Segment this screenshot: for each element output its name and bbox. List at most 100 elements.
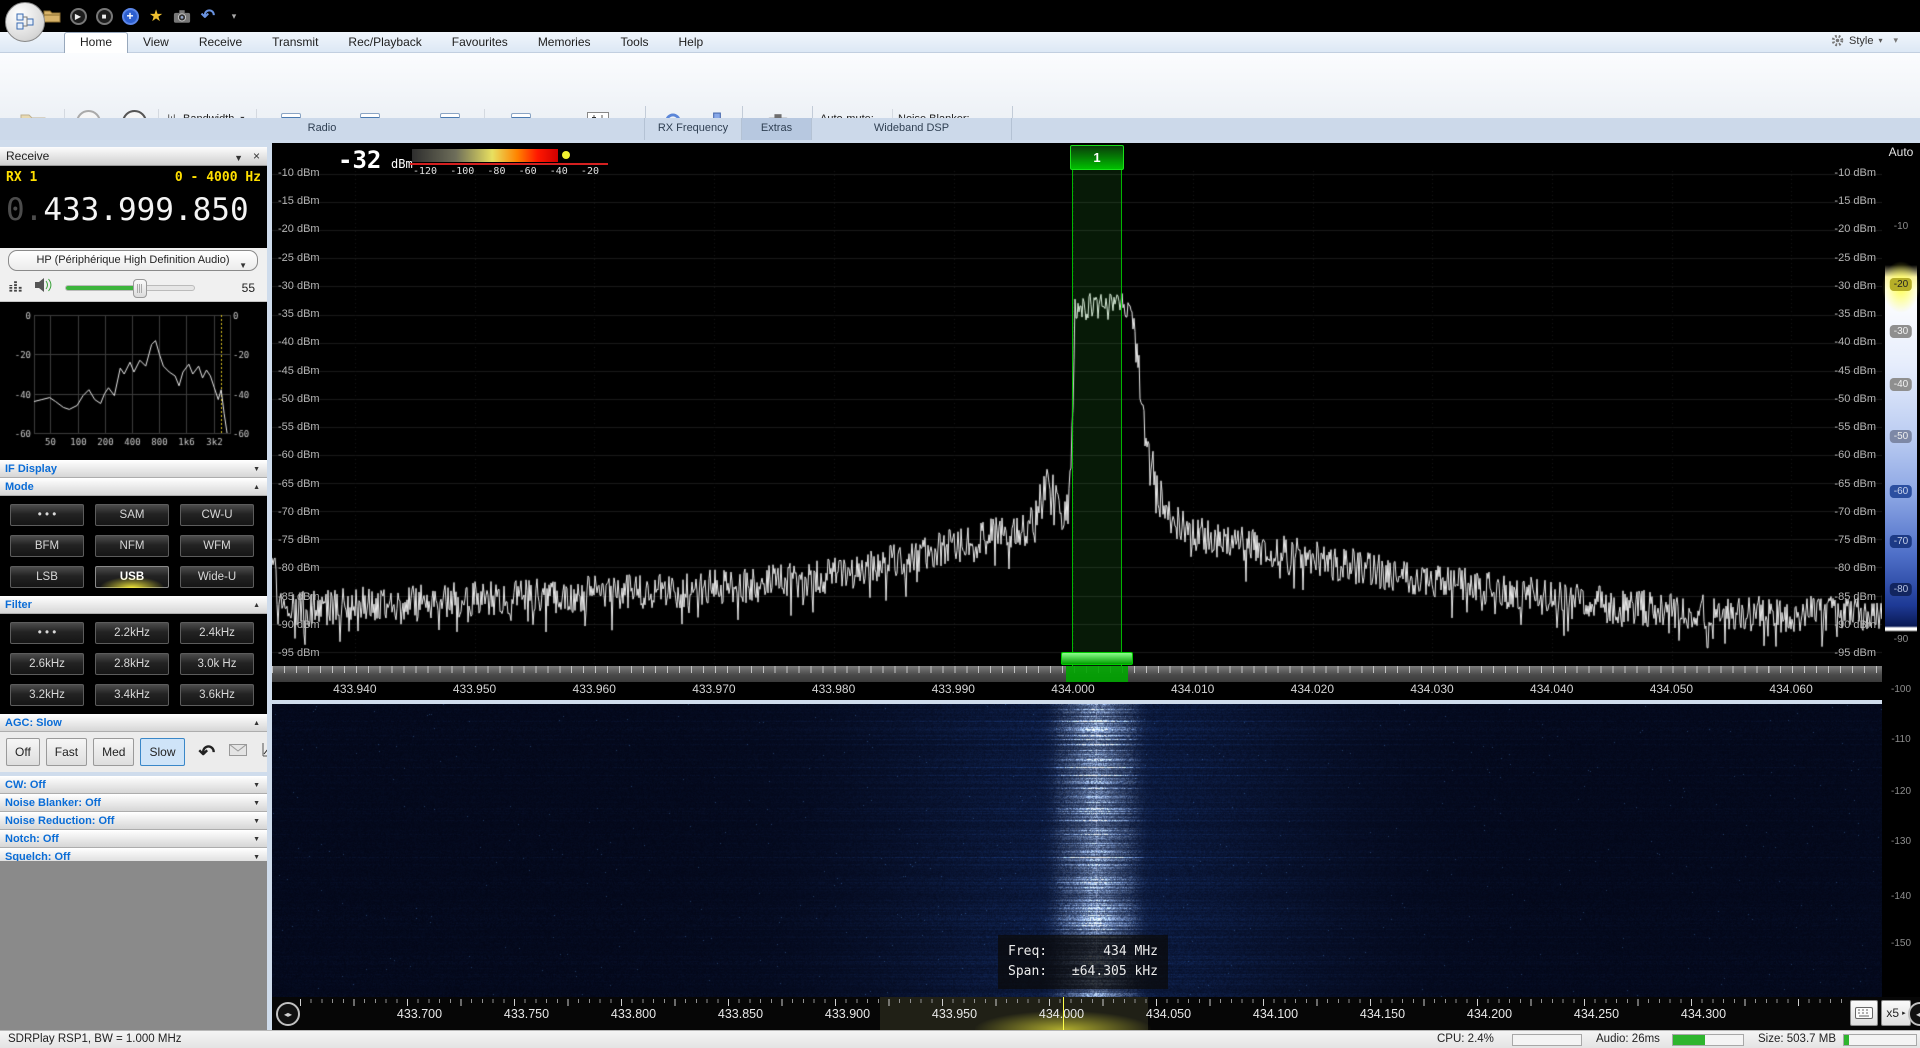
agc-scheme-icon[interactable] bbox=[228, 743, 248, 761]
mode-more-button[interactable]: • • • bbox=[10, 504, 84, 526]
tab-rec-playback[interactable]: Rec/Playback bbox=[333, 32, 436, 53]
gauge-tick[interactable]: -130 bbox=[1887, 835, 1915, 848]
chevron-up-icon[interactable]: ▲ bbox=[253, 480, 260, 496]
mode-wideu-button[interactable]: Wide-U bbox=[180, 566, 254, 588]
camera-icon[interactable] bbox=[172, 6, 192, 26]
dsp-section-header[interactable]: Noise Reduction: Off ▼ bbox=[0, 812, 267, 830]
chevron-down-icon[interactable]: ▼ bbox=[253, 832, 260, 848]
gauge-tick[interactable]: -60 bbox=[1889, 485, 1913, 498]
dbm-axis-label: -90 dBm bbox=[1834, 618, 1876, 631]
tab-tools[interactable]: Tools bbox=[606, 32, 664, 53]
mode-usb-button[interactable]: USB bbox=[95, 566, 169, 588]
chevron-down-icon[interactable]: ▼ bbox=[253, 778, 260, 794]
if-display-section-header[interactable]: IF Display ▼ bbox=[0, 460, 267, 478]
filter-22-button[interactable]: 2.2kHz bbox=[95, 622, 169, 644]
tab-memories[interactable]: Memories bbox=[523, 32, 606, 53]
chevron-up-icon[interactable]: ▲ bbox=[253, 598, 260, 614]
chevron-down-icon[interactable]: ▼ bbox=[253, 814, 260, 830]
audio-device-select[interactable]: HP (Périphérique High Definition Audio) … bbox=[8, 250, 258, 271]
agc-slow-button[interactable]: Slow bbox=[140, 738, 185, 766]
filter-32-button[interactable]: 3.2kHz bbox=[10, 684, 84, 706]
ribbon-collapse-icon[interactable]: ▾ bbox=[1893, 35, 1898, 46]
tab-transmit[interactable]: Transmit bbox=[257, 32, 333, 53]
gauge-tick[interactable]: -40 bbox=[1889, 378, 1913, 391]
speaker-icon[interactable] bbox=[33, 277, 53, 298]
dsp-section-header[interactable]: CW: Off ▼ bbox=[0, 776, 267, 794]
play-icon[interactable]: ▶ bbox=[68, 6, 88, 26]
gauge-tick[interactable]: -50 bbox=[1889, 430, 1913, 443]
rx-range-label: 0 - 4000 Hz bbox=[174, 170, 261, 185]
gauge-tick[interactable]: -90 bbox=[1890, 633, 1912, 646]
mode-lsb-button[interactable]: LSB bbox=[10, 566, 84, 588]
filter-24-button[interactable]: 2.4kHz bbox=[180, 622, 254, 644]
nav-pan-left-button[interactable]: ◂▸ bbox=[276, 1002, 300, 1026]
receive-panel-header[interactable]: Receive ▼ × bbox=[0, 147, 267, 166]
volume-slider-thumb[interactable] bbox=[132, 278, 147, 298]
nav-keyboard-button[interactable] bbox=[1850, 1000, 1878, 1026]
gauge-tick[interactable]: -30 bbox=[1889, 325, 1913, 338]
filter-28-button[interactable]: 2.8kHz bbox=[95, 653, 169, 675]
dsp-section-header[interactable]: Notch: Off ▼ bbox=[0, 830, 267, 848]
equalizer-icon[interactable] bbox=[8, 278, 23, 297]
add-icon[interactable]: + bbox=[120, 6, 140, 26]
mode-cwu-button[interactable]: CW-U bbox=[180, 504, 254, 526]
tab-view[interactable]: View bbox=[128, 32, 184, 53]
mode-nfm-button[interactable]: NFM bbox=[95, 535, 169, 557]
gauge-tick[interactable]: -120 bbox=[1887, 785, 1915, 798]
app-menu-button[interactable] bbox=[5, 2, 45, 42]
chevron-down-icon[interactable]: ▼ bbox=[253, 462, 260, 478]
gauge-tick[interactable]: -110 bbox=[1887, 733, 1914, 746]
close-icon[interactable]: × bbox=[253, 147, 260, 165]
waterfall-intensity-scale[interactable]: -10 -20 -30 -40 -50 -60 -70 -80 -90 -100… bbox=[1882, 165, 1920, 997]
quick-access-caret-icon[interactable]: ▾ bbox=[224, 6, 244, 26]
filter-36-button[interactable]: 3.6kHz bbox=[180, 684, 254, 706]
gauge-tick[interactable]: -80 bbox=[1889, 583, 1913, 596]
agc-off-button[interactable]: Off bbox=[6, 738, 40, 766]
chevron-up-icon[interactable]: ▲ bbox=[253, 716, 260, 732]
gauge-tick[interactable]: -140 bbox=[1887, 890, 1915, 903]
power-legend-marker bbox=[562, 151, 570, 159]
filter-more-button[interactable]: • • • bbox=[10, 622, 84, 644]
agc-fast-button[interactable]: Fast bbox=[45, 738, 88, 766]
tab-help[interactable]: Help bbox=[664, 32, 719, 53]
gauge-auto-button[interactable]: Auto bbox=[1882, 145, 1920, 159]
rx-channel-marker[interactable]: 1 bbox=[1070, 145, 1124, 170]
mode-wfm-button[interactable]: WFM bbox=[180, 535, 254, 557]
undo-icon[interactable]: ↶ bbox=[198, 6, 218, 26]
agc-undo-icon[interactable]: ↶ bbox=[199, 740, 216, 765]
tab-home[interactable]: Home bbox=[64, 32, 129, 53]
gauge-tick[interactable]: -150 bbox=[1887, 937, 1915, 950]
rx-channel-band[interactable] bbox=[1072, 170, 1122, 666]
agc-med-button[interactable]: Med bbox=[93, 738, 135, 766]
stop-icon[interactable]: ■ bbox=[94, 6, 114, 26]
open-folder-icon[interactable] bbox=[42, 6, 62, 26]
panel-menu-icon[interactable]: ▼ bbox=[234, 149, 243, 167]
nav-zoom-button[interactable]: x5 ▸ bbox=[1881, 1000, 1911, 1026]
dbm-axis-label: -35 dBm bbox=[278, 308, 320, 321]
mode-buttons: • • • SAM CW-U BFM NFM WFM LSB USB Wide-… bbox=[0, 496, 267, 596]
agc-section-header[interactable]: AGC: Slow ▲ bbox=[0, 714, 267, 732]
gauge-tick[interactable]: -10 bbox=[1890, 220, 1912, 233]
tab-favourites[interactable]: Favourites bbox=[437, 32, 523, 53]
filter-section-header[interactable]: Filter ▲ bbox=[0, 596, 267, 614]
chevron-down-icon: ▼ bbox=[239, 261, 247, 270]
rx-channel-bottom-bar[interactable] bbox=[1061, 652, 1133, 665]
filter-30-button[interactable]: 3.0k Hz bbox=[180, 653, 254, 675]
dsp-section-header[interactable]: Noise Blanker: Off ▼ bbox=[0, 794, 267, 812]
mode-bfm-button[interactable]: BFM bbox=[10, 535, 84, 557]
filter-26-button[interactable]: 2.6kHz bbox=[10, 653, 84, 675]
favourite-star-icon[interactable]: ★ bbox=[146, 6, 166, 26]
tab-receive[interactable]: Receive bbox=[184, 32, 257, 53]
style-menu[interactable]: Style ▾ ▾ bbox=[1831, 34, 1898, 47]
frequency-axis-label: 433.980 bbox=[811, 682, 856, 696]
tuned-frequency-value[interactable]: 0.433.999.850 bbox=[6, 192, 249, 228]
gauge-tick[interactable]: -70 bbox=[1889, 535, 1913, 548]
chevron-down-icon[interactable]: ▼ bbox=[253, 796, 260, 812]
mode-sam-button[interactable]: SAM bbox=[95, 504, 169, 526]
mode-section-header[interactable]: Mode ▲ bbox=[0, 478, 267, 496]
filter-34-button[interactable]: 3.4kHz bbox=[95, 684, 169, 706]
gauge-tick[interactable]: -20 bbox=[1889, 278, 1913, 291]
volume-slider[interactable] bbox=[65, 278, 195, 298]
gauge-tick[interactable]: -100 bbox=[1887, 683, 1915, 696]
frequency-display[interactable]: RX 1 0 - 4000 Hz 0.433.999.850 bbox=[0, 166, 267, 248]
